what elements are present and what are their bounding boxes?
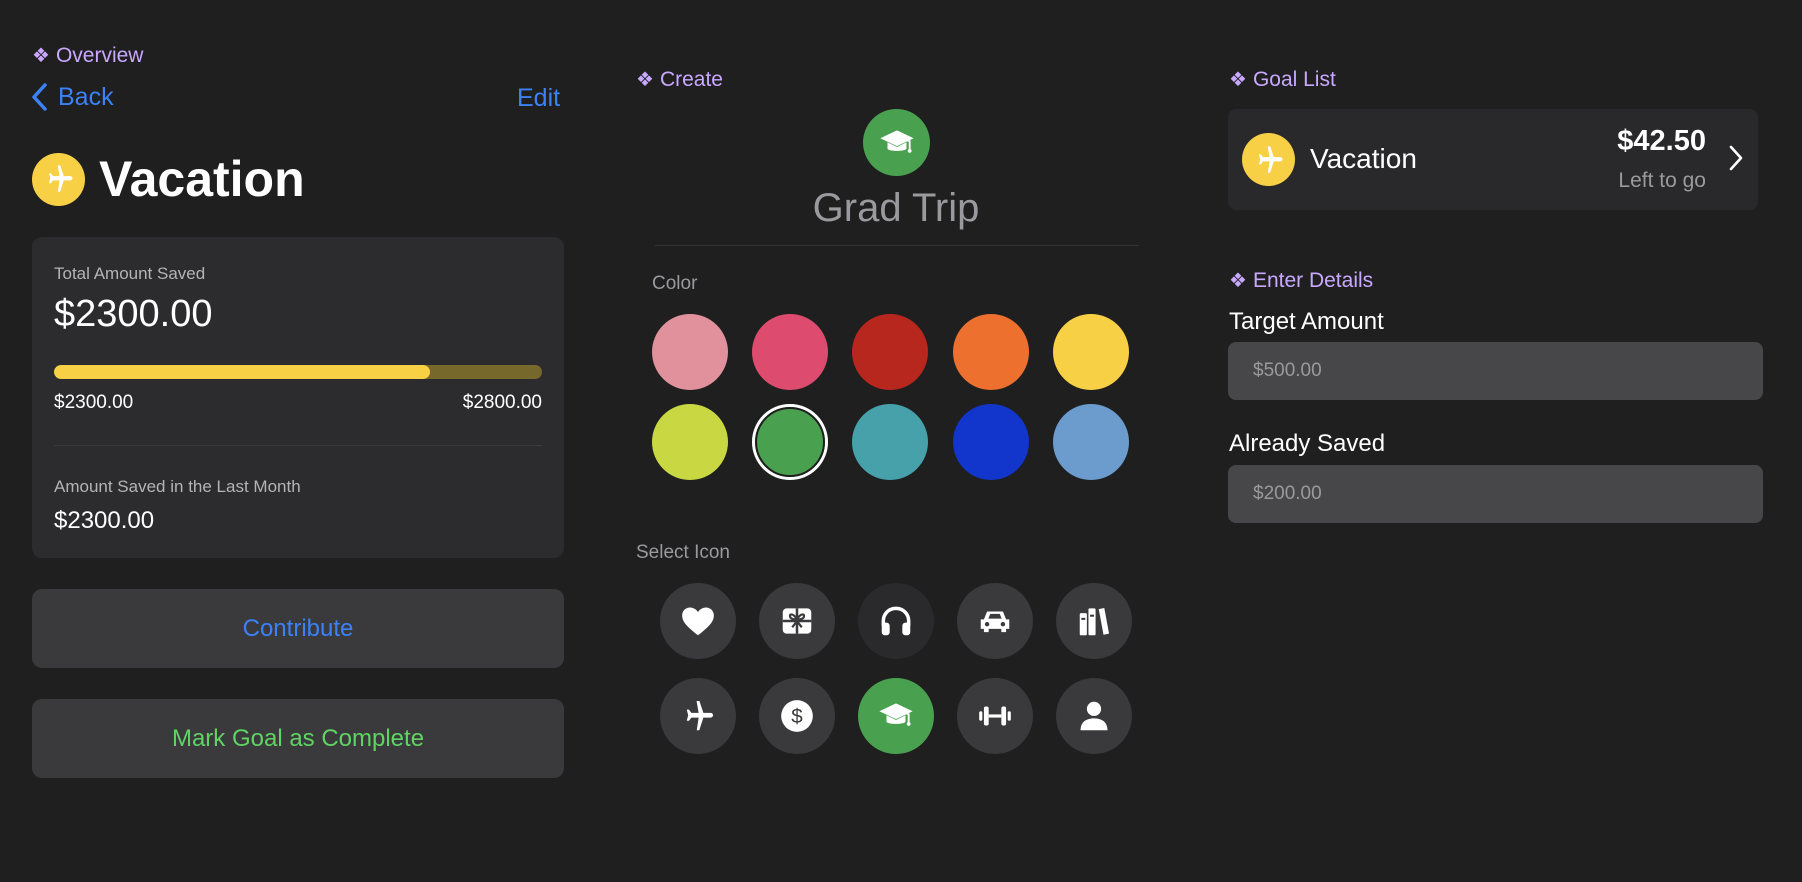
total-saved-label: Total Amount Saved: [54, 264, 206, 283]
chevron-left-icon: [32, 83, 47, 111]
headphones-icon[interactable]: [858, 583, 934, 659]
chevron-right-icon: [1729, 145, 1743, 171]
svg-text:$: $: [791, 705, 803, 728]
color-swatch[interactable]: [852, 404, 928, 480]
airplane-icon: [32, 152, 85, 206]
mark-complete-button[interactable]: Mark Goal as Complete: [32, 699, 564, 778]
select-icon-label: Select Icon: [636, 542, 730, 563]
goal-title-row: Vacation: [32, 150, 305, 208]
graduation-cap-icon[interactable]: [858, 678, 934, 754]
target-amount-field[interactable]: $500.00: [1228, 342, 1763, 400]
diamond-icon: ❖: [636, 69, 654, 91]
back-button[interactable]: Back: [30, 82, 114, 112]
name-divider: [655, 245, 1139, 246]
total-saved-value: $2300.00: [54, 293, 213, 335]
page-title: Vacation: [99, 151, 305, 207]
contribute-button[interactable]: Contribute: [32, 589, 564, 668]
diamond-icon: ❖: [1229, 270, 1247, 292]
color-swatch[interactable]: [652, 404, 728, 480]
diamond-icon: ❖: [32, 45, 50, 67]
goal-item-name: Vacation: [1310, 143, 1417, 174]
back-label: Back: [58, 82, 114, 111]
goal-item-subtitle: Left to go: [1618, 169, 1706, 192]
already-saved-label: Already Saved: [1229, 430, 1386, 457]
progress-end-value: $2800.00: [462, 392, 542, 413]
edit-button[interactable]: Edit: [517, 84, 560, 113]
color-label: Color: [652, 273, 698, 294]
card-divider: [54, 445, 542, 446]
color-swatch[interactable]: [953, 404, 1029, 480]
savings-progress-bar: [54, 365, 542, 379]
enter-details-label-text: Enter Details: [1252, 268, 1374, 292]
airplane-icon[interactable]: [660, 678, 736, 754]
color-swatch[interactable]: [752, 404, 828, 480]
color-swatch[interactable]: [1053, 314, 1129, 390]
goal-item-amount: $42.50: [1617, 125, 1706, 157]
create-label-text: Create: [659, 67, 723, 91]
last-month-value: $2300.00: [54, 507, 155, 534]
color-swatch[interactable]: [652, 314, 728, 390]
heart-icon[interactable]: [660, 583, 736, 659]
color-swatch[interactable]: [953, 314, 1029, 390]
already-saved-field[interactable]: $200.00: [1228, 465, 1763, 523]
last-month-label: Amount Saved in the Last Month: [54, 477, 301, 496]
person-icon[interactable]: [1056, 678, 1132, 754]
savings-summary-card: Total Amount Saved $2300.00 $2300.00 $28…: [32, 237, 564, 558]
overview-label-text: Overview: [55, 43, 144, 67]
color-swatch[interactable]: [852, 314, 928, 390]
goal-list-label-text: Goal List: [1252, 67, 1336, 91]
progress-start-value: $2300.00: [54, 392, 134, 413]
dollar-icon[interactable]: $: [759, 678, 835, 754]
diamond-icon: ❖: [1229, 69, 1247, 91]
airplane-icon: [1242, 133, 1295, 186]
books-icon[interactable]: [1056, 583, 1132, 659]
overview-section-label: ❖ Overview: [32, 43, 143, 68]
color-swatch[interactable]: [752, 314, 828, 390]
goal-list-item[interactable]: Vacation $42.50 Left to go: [1228, 109, 1758, 210]
car-icon[interactable]: [957, 583, 1033, 659]
savings-progress-fill: [54, 365, 431, 379]
target-amount-label: Target Amount: [1229, 308, 1384, 335]
graduation-cap-icon: [863, 109, 930, 176]
dumbbell-icon[interactable]: [957, 678, 1033, 754]
color-swatch[interactable]: [1053, 404, 1129, 480]
create-section-label: ❖ Create: [636, 67, 723, 92]
goal-name-input[interactable]: Grad Trip: [656, 186, 1136, 231]
goal-list-section-label: ❖ Goal List: [1229, 67, 1336, 92]
gift-icon[interactable]: [759, 583, 835, 659]
enter-details-section-label: ❖ Enter Details: [1229, 268, 1373, 293]
